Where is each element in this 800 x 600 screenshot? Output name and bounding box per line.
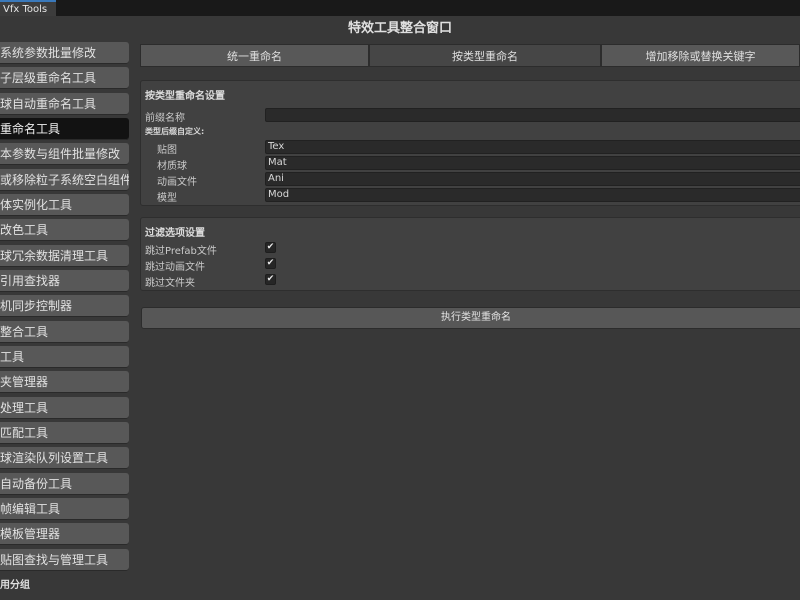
sidebar-item-label: 工具 xyxy=(0,350,25,364)
sidebar-item[interactable]: 球渲染队列设置工具 xyxy=(0,447,129,469)
sidebar-item[interactable]: 球自动重命名工具 xyxy=(0,93,129,115)
filter-checkbox-folder[interactable]: ✔ xyxy=(265,274,276,285)
sidebar-item-label: 系统参数批量修改 xyxy=(0,46,97,60)
window-title: 特效工具整合窗口 xyxy=(347,21,452,36)
sidebar-item[interactable]: 或移除粒子系统空白组件 xyxy=(0,169,129,191)
filter-label-prefab: 跳过Prefab文件 xyxy=(145,246,217,257)
sidebar-item-label: 帧编辑工具 xyxy=(0,502,61,516)
suffix-input-texture[interactable]: Tex xyxy=(265,140,800,154)
suffix-label-texture: 贴图 xyxy=(157,145,177,156)
sidebar-item-label: 模板管理器 xyxy=(0,527,61,541)
sidebar-item-label: 子层级重命名工具 xyxy=(0,71,97,85)
sidebar-item-label: 本参数与组件批量修改 xyxy=(0,147,121,161)
sidebar-item[interactable]: 体实例化工具 xyxy=(0,194,129,216)
sidebar-item-label: 自动备份工具 xyxy=(0,477,73,491)
sidebar-group-label: 用分组 xyxy=(0,580,30,591)
sidebar-item-label: 球渲染队列设置工具 xyxy=(0,451,109,465)
filter-checkbox-prefab[interactable]: ✔ xyxy=(265,242,276,253)
filter-label-animation: 跳过动画文件 xyxy=(145,262,205,273)
suffix-label-animation: 动画文件 xyxy=(157,177,197,188)
type-rename-settings-title: 按类型重命名设置 xyxy=(145,91,225,102)
sidebar-item[interactable]: 整合工具 xyxy=(0,321,129,343)
prefix-input[interactable] xyxy=(265,108,800,122)
suffix-input-model[interactable]: Mod xyxy=(265,188,800,202)
tab-unified-rename[interactable]: 统一重命名 xyxy=(140,44,369,67)
suffix-input-animation[interactable]: Ani xyxy=(265,172,800,186)
sidebar-item[interactable]: 引用查找器 xyxy=(0,270,129,292)
sidebar-item[interactable]: 球冗余数据清理工具 xyxy=(0,245,129,267)
sidebar-item-label: 球冗余数据清理工具 xyxy=(0,249,109,263)
sidebar-item-label: 夹管理器 xyxy=(0,375,49,389)
sidebar-item-label: 引用查找器 xyxy=(0,274,61,288)
filter-label-folder: 跳过文件夹 xyxy=(145,278,195,289)
sidebar-item-active[interactable]: 重命名工具 xyxy=(0,118,129,140)
filter-settings-title: 过滤选项设置 xyxy=(145,228,205,239)
suffix-label-material: 材质球 xyxy=(157,161,187,172)
filter-checkbox-animation[interactable]: ✔ xyxy=(265,258,276,269)
sidebar-item[interactable]: 处理工具 xyxy=(0,397,129,419)
sidebar-item-label: 处理工具 xyxy=(0,401,49,415)
sidebar-item-label: 机同步控制器 xyxy=(0,299,73,313)
sidebar-item-label: 球自动重命名工具 xyxy=(0,97,97,111)
prefix-label: 前缀名称 xyxy=(145,113,185,124)
sidebar-item[interactable]: 匹配工具 xyxy=(0,422,129,444)
sidebar-item[interactable]: 子层级重命名工具 xyxy=(0,67,129,89)
sidebar-item-label: 贴图查找与管理工具 xyxy=(0,553,109,567)
sidebar-item[interactable]: 贴图查找与管理工具 xyxy=(0,549,129,571)
sidebar-item-label: 体实例化工具 xyxy=(0,198,73,212)
tab-keyword-edit[interactable]: 增加移除或替换关键字 xyxy=(601,44,800,67)
top-tabs: 统一重命名 按类型重命名 增加移除或替换关键字 xyxy=(140,44,800,67)
sidebar-item-label: 整合工具 xyxy=(0,325,49,339)
suffix-label-model: 模型 xyxy=(157,193,177,204)
window-tab[interactable]: Vfx Tools xyxy=(0,0,56,16)
suffix-header: 类型后缀自定义: xyxy=(145,127,205,136)
sidebar-item[interactable]: 自动备份工具 xyxy=(0,473,129,495)
tab-rename-by-type[interactable]: 按类型重命名 xyxy=(369,44,601,67)
filter-settings-panel: 过滤选项设置 跳过Prefab文件 ✔ 跳过动画文件 ✔ 跳过文件夹 ✔ xyxy=(140,217,800,291)
execute-type-rename-button[interactable]: 执行类型重命名 xyxy=(141,307,800,329)
suffix-input-material[interactable]: Mat xyxy=(265,156,800,170)
checkmark-icon: ✔ xyxy=(266,242,275,252)
sidebar-item-label: 或移除粒子系统空白组件 xyxy=(0,173,129,187)
sidebar-item[interactable]: 系统参数批量修改 xyxy=(0,42,129,64)
checkmark-icon: ✔ xyxy=(266,258,275,268)
sidebar-item[interactable]: 模板管理器 xyxy=(0,523,129,545)
type-rename-settings-panel: 按类型重命名设置 前缀名称 类型后缀自定义: 贴图 Tex 材质球 Mat 动画… xyxy=(140,80,800,206)
sidebar-item[interactable]: 工具 xyxy=(0,346,129,368)
sidebar-item[interactable]: 机同步控制器 xyxy=(0,295,129,317)
sidebar-item[interactable]: 夹管理器 xyxy=(0,371,129,393)
sidebar-item[interactable]: 改色工具 xyxy=(0,219,129,241)
sidebar-item-label: 重命名工具 xyxy=(0,122,61,136)
window-tab-bar: Vfx Tools xyxy=(0,0,800,16)
sidebar-item[interactable]: 帧编辑工具 xyxy=(0,498,129,520)
sidebar-item-label: 匹配工具 xyxy=(0,426,49,440)
checkmark-icon: ✔ xyxy=(266,274,275,284)
sidebar-item-label: 改色工具 xyxy=(0,223,49,237)
sidebar-item[interactable]: 本参数与组件批量修改 xyxy=(0,143,129,165)
